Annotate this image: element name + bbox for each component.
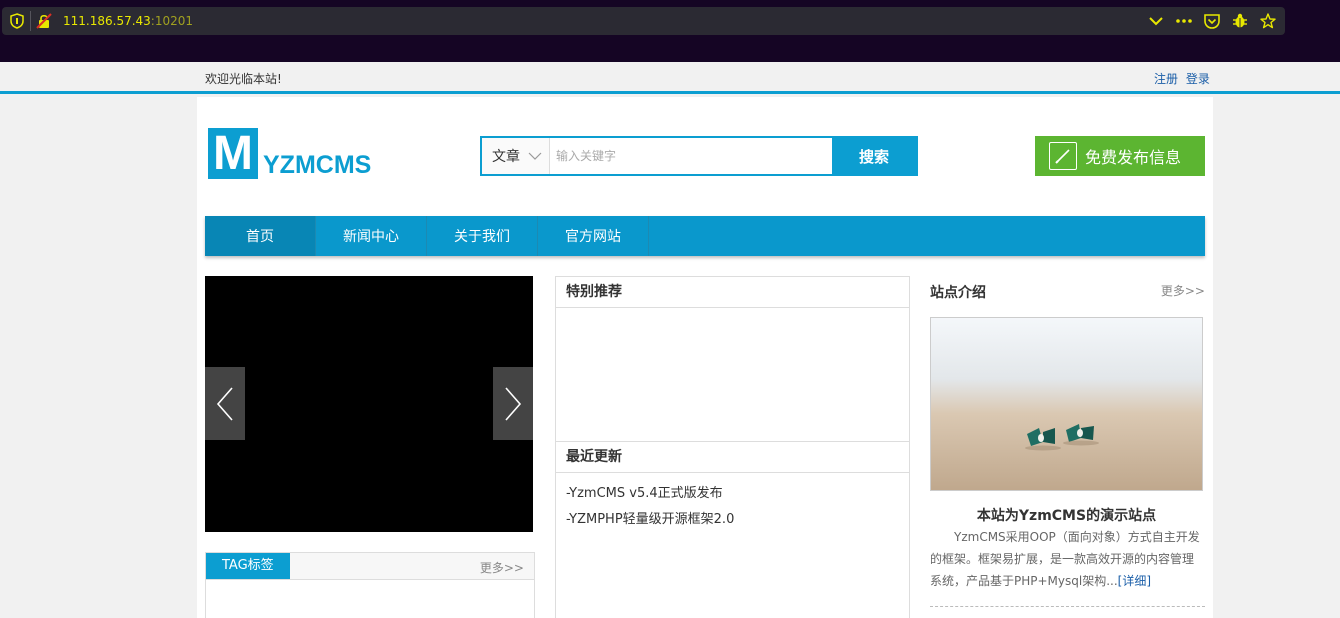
recent-title: 最近更新 <box>556 442 909 473</box>
web-page: 欢迎光临本站! 注册 登录 M YZMCMS 文章 搜索 <box>0 62 1340 618</box>
chevron-down-icon[interactable] <box>1145 7 1167 35</box>
list-item[interactable]: -YzmCMS v5.4正式版发布 <box>566 481 899 507</box>
site-intro-header: 站点介绍 更多>> <box>930 276 1205 306</box>
site-intro-photo[interactable] <box>930 317 1203 491</box>
url-port: :10201 <box>150 14 194 28</box>
nav-item-news[interactable]: 新闻中心 <box>316 216 427 256</box>
logo-letter: M <box>208 128 258 179</box>
divider <box>930 606 1205 607</box>
browser-toolbar: 111.186.57.43:10201 <box>0 0 1340 62</box>
site-intro-panel: 站点介绍 更多>> 本站为YzmCMS的演示站点 YzmCMS采用OOP（面向对… <box>930 276 1205 618</box>
chevron-left-icon <box>216 386 233 421</box>
nav-item-about[interactable]: 关于我们 <box>427 216 538 256</box>
welcome-text: 欢迎光临本站! <box>205 72 282 86</box>
logo-text: YZMCMS <box>263 151 372 179</box>
main-nav: 首页 新闻中心 关于我们 官方网站 <box>205 216 1205 256</box>
extension-icon[interactable] <box>1229 7 1251 35</box>
separator <box>30 11 31 31</box>
search-form: 文章 搜索 <box>480 136 918 176</box>
site-intro-title: 站点介绍 <box>930 285 986 301</box>
chevron-right-icon <box>505 386 522 421</box>
bookmark-star-icon[interactable] <box>1257 7 1279 35</box>
site-intro-description: YzmCMS采用OOP（面向对象）方式自主开发的框架。框架易扩展，是一款高效开源… <box>930 526 1205 592</box>
site-logo[interactable]: M YZMCMS <box>208 128 373 180</box>
top-bar: 欢迎光临本站! 注册 登录 <box>0 62 1340 94</box>
url-text[interactable]: 111.186.57.43:10201 <box>63 14 193 28</box>
more-icon[interactable] <box>1173 7 1195 35</box>
search-button[interactable]: 搜索 <box>832 138 916 174</box>
site-intro-photo-title[interactable]: 本站为YzmCMS的演示站点 <box>930 505 1203 525</box>
search-category-value: 文章 <box>492 149 520 165</box>
address-bar[interactable]: 111.186.57.43:10201 <box>2 7 1285 35</box>
image-slider <box>205 276 533 532</box>
search-category-select[interactable]: 文章 <box>482 138 550 174</box>
account-links: 注册 登录 <box>1154 70 1214 87</box>
site-intro-more-link[interactable]: 更多>> <box>1161 282 1205 299</box>
nav-item-home[interactable]: 首页 <box>205 216 316 256</box>
chevron-down-icon <box>528 149 542 163</box>
main-container: M YZMCMS 文章 搜索 免费发布信息 首页 新闻中心 关于我们 <box>197 97 1213 618</box>
detail-link[interactable]: [详细] <box>1118 574 1151 588</box>
shield-icon[interactable] <box>6 7 28 35</box>
featured-title: 特别推荐 <box>556 277 909 308</box>
tag-panel: TAG标签 更多>> <box>205 552 535 618</box>
slider-prev-button[interactable] <box>205 367 245 440</box>
featured-list <box>556 308 909 442</box>
publish-label: 免费发布信息 <box>1085 148 1182 167</box>
search-input[interactable] <box>550 138 832 174</box>
edit-icon <box>1049 142 1077 170</box>
tag-panel-header: TAG标签 更多>> <box>206 553 534 580</box>
insecure-lock-icon[interactable] <box>33 7 55 35</box>
middle-column: 特别推荐 最近更新 -YzmCMS v5.4正式版发布 -YZMPHP轻量级开源… <box>555 276 910 618</box>
url-host: 111.186.57.43 <box>63 14 151 28</box>
list-item[interactable]: -YZMPHP轻量级开源框架2.0 <box>566 507 899 533</box>
login-link[interactable]: 登录 <box>1186 72 1210 86</box>
tag-more-link[interactable]: 更多>> <box>480 559 524 576</box>
tag-panel-title: TAG标签 <box>206 553 290 579</box>
register-link[interactable]: 注册 <box>1154 72 1178 86</box>
site-intro-description-text: YzmCMS采用OOP（面向对象）方式自主开发的框架。框架易扩展，是一款高效开源… <box>930 530 1200 588</box>
urlbar-actions <box>1145 7 1285 35</box>
slider-next-button[interactable] <box>493 367 533 440</box>
pocket-icon[interactable] <box>1201 7 1223 35</box>
nav-item-official-site[interactable]: 官方网站 <box>538 216 649 256</box>
publish-button[interactable]: 免费发布信息 <box>1035 136 1205 176</box>
recent-list: -YzmCMS v5.4正式版发布 -YZMPHP轻量级开源框架2.0 <box>556 473 909 541</box>
